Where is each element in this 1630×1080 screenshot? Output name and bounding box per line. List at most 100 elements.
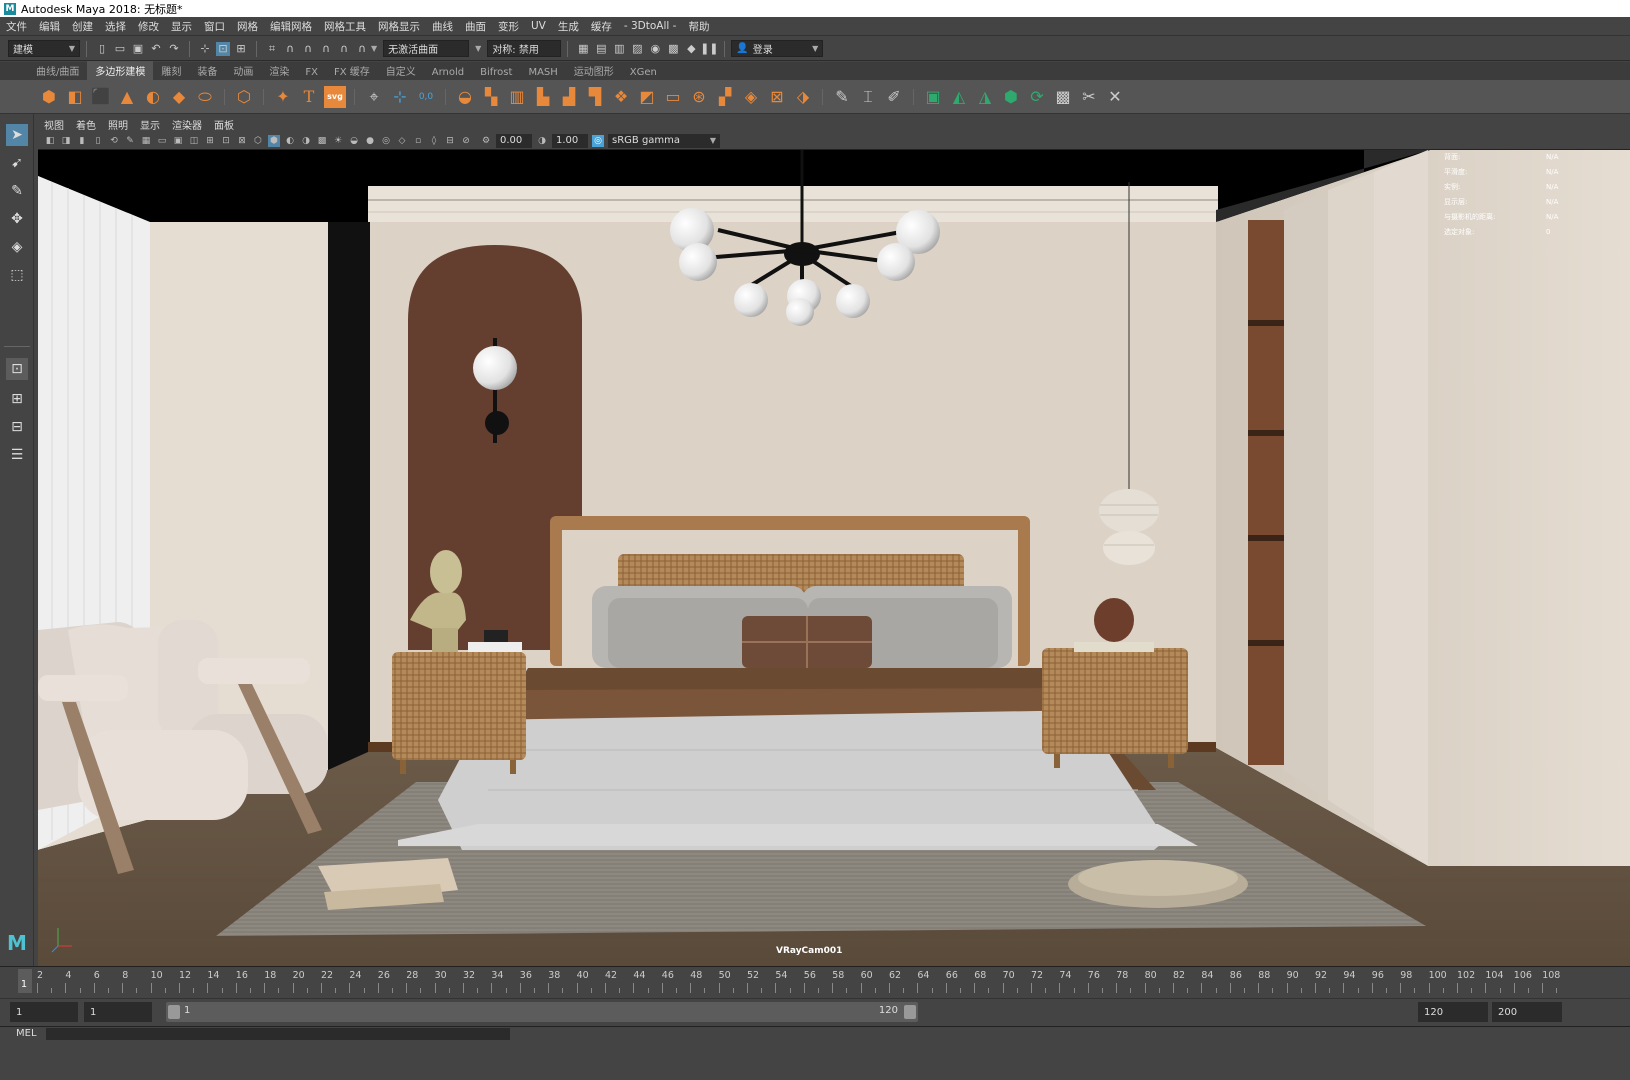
poly-torus-icon[interactable]: ◐ bbox=[142, 86, 164, 108]
shelf-tab[interactable]: 运动图形 bbox=[566, 61, 622, 80]
animation-start-field[interactable]: 1 bbox=[10, 1002, 78, 1022]
time-slider[interactable]: 1 2 4 6 8 10 12 14 16 18 20 22 24 26 28 30 32 34 36 38 40 42… bbox=[0, 966, 1630, 994]
super-shape-icon[interactable]: ✦ bbox=[272, 86, 294, 108]
image-plane-icon[interactable]: ▯ bbox=[92, 135, 104, 147]
menu-item[interactable]: 帮助 bbox=[688, 19, 709, 34]
gamma-field[interactable]: 1.00 bbox=[552, 133, 588, 148]
sew-uv-icon[interactable]: ✕ bbox=[1104, 86, 1126, 108]
smooth-icon[interactable]: ▟ bbox=[558, 86, 580, 108]
cut-uv-icon[interactable]: ✂ bbox=[1078, 86, 1100, 108]
gate-mask-icon[interactable]: ◫ bbox=[188, 135, 200, 147]
mirror-icon[interactable]: ❖ bbox=[610, 86, 632, 108]
playback-start-field[interactable]: 1 bbox=[84, 1002, 152, 1022]
menu-item[interactable]: UV bbox=[531, 20, 546, 32]
command-language-label[interactable]: MEL bbox=[16, 1028, 37, 1039]
menu-item[interactable]: - 3DtoAll - bbox=[624, 20, 677, 32]
render-view-icon[interactable]: ▦ bbox=[576, 42, 590, 56]
snap-live-icon[interactable]: ∩ bbox=[355, 42, 369, 56]
fill-hole-icon[interactable]: ◈ bbox=[740, 86, 762, 108]
snap-surface-icon[interactable]: ∩ bbox=[337, 42, 351, 56]
film-gate-icon[interactable]: ▭ bbox=[156, 135, 168, 147]
reduce-icon[interactable]: ⊛ bbox=[688, 86, 710, 108]
anti-aliasing-icon[interactable]: ◇ bbox=[396, 135, 408, 147]
type-text-icon[interactable]: T bbox=[298, 86, 320, 108]
login-dropdown[interactable]: 👤 登录 ▼ bbox=[731, 40, 824, 57]
scale-tool-icon[interactable]: ⬚ bbox=[6, 264, 28, 286]
select-camera-icon[interactable]: ◧ bbox=[44, 135, 56, 147]
shelf-tab[interactable]: Arnold bbox=[424, 65, 472, 80]
pause-icon[interactable]: ❚❚ bbox=[700, 42, 718, 56]
vray-render-icon[interactable]: ▩ bbox=[666, 42, 680, 56]
select-object-icon[interactable]: ⊡ bbox=[216, 41, 230, 56]
shelf-tab[interactable]: FX 缓存 bbox=[326, 61, 378, 80]
menu-item[interactable]: 曲面 bbox=[465, 19, 486, 34]
spherical-map-icon[interactable]: ⬢ bbox=[1000, 86, 1022, 108]
ipr-render-icon[interactable]: ▥ bbox=[612, 42, 626, 56]
menu-item[interactable]: 文件 bbox=[6, 19, 27, 34]
xray-icon[interactable]: ◊ bbox=[428, 135, 440, 147]
render-frame-icon[interactable]: ▤ bbox=[594, 42, 608, 56]
smooth-shade-icon[interactable]: ⬢ bbox=[268, 134, 280, 147]
menu-item[interactable]: 创建 bbox=[72, 19, 93, 34]
shelf-tab[interactable]: 装备 bbox=[189, 61, 225, 80]
playback-end-field[interactable]: 120 bbox=[1418, 1002, 1488, 1022]
redo-icon[interactable]: ↷ bbox=[167, 42, 181, 56]
shelf-tab[interactable]: Bifrost bbox=[472, 65, 520, 80]
triangulate-icon[interactable]: ◩ bbox=[636, 86, 658, 108]
bookmark-icon[interactable]: ▮ bbox=[76, 135, 88, 147]
view-transform-dropdown[interactable]: sRGB gamma ▼ bbox=[608, 133, 720, 148]
viewport-menu-item[interactable]: 照明 bbox=[108, 117, 128, 132]
shelf-tab[interactable]: 雕刻 bbox=[153, 61, 189, 80]
textured-icon[interactable]: ▩ bbox=[316, 135, 328, 147]
shadows-icon[interactable]: ◒ bbox=[348, 135, 360, 147]
range-start-handle[interactable] bbox=[168, 1005, 180, 1019]
poly-plane-icon[interactable]: ◆ bbox=[168, 86, 190, 108]
quadrangulate-icon[interactable]: ▭ bbox=[662, 86, 684, 108]
uv-editor-icon[interactable]: ▣ bbox=[922, 86, 944, 108]
menu-item[interactable]: 生成 bbox=[558, 19, 579, 34]
menu-item[interactable]: 显示 bbox=[171, 19, 192, 34]
outliner-icon[interactable]: ☰ bbox=[6, 444, 28, 466]
poly-cylinder-icon[interactable]: ⬛ bbox=[90, 86, 112, 108]
animation-end-field[interactable]: 200 bbox=[1492, 1002, 1562, 1022]
snap-curve-icon[interactable]: ∩ bbox=[283, 42, 297, 56]
render-settings-icon[interactable]: ▨ bbox=[630, 42, 644, 56]
paint-select-icon[interactable]: ✎ bbox=[6, 180, 28, 202]
field-chart-icon[interactable]: ⊞ bbox=[204, 135, 216, 147]
wireframe-on-shaded-icon[interactable]: ◐ bbox=[284, 135, 296, 147]
camera-attributes-icon[interactable]: ◨ bbox=[60, 135, 72, 147]
safe-action-icon[interactable]: ⊡ bbox=[220, 135, 232, 147]
shelf-tab[interactable]: 曲线/曲面 bbox=[28, 61, 87, 80]
shelf-tab[interactable]: 渲染 bbox=[261, 61, 297, 80]
shelf-tab[interactable]: XGen bbox=[622, 65, 665, 80]
wireframe-icon[interactable]: ⬡ bbox=[252, 135, 264, 147]
menu-item[interactable]: 编辑 bbox=[39, 19, 60, 34]
shelf-tab[interactable]: FX bbox=[297, 65, 326, 80]
hypershade-icon[interactable]: ◉ bbox=[648, 42, 662, 56]
svg-icon[interactable]: svg bbox=[324, 85, 346, 108]
separate-icon[interactable]: ▚ bbox=[480, 86, 502, 108]
shelf-tab[interactable]: MASH bbox=[520, 65, 565, 80]
range-end-handle[interactable] bbox=[904, 1005, 916, 1019]
move-tool-icon[interactable]: ✥ bbox=[6, 208, 28, 230]
edge-loop-icon[interactable]: ⌶ bbox=[857, 86, 879, 108]
auto-map-icon[interactable]: ⟳ bbox=[1026, 86, 1048, 108]
exposure-field[interactable]: 0.00 bbox=[496, 133, 532, 148]
live-surface-field[interactable]: 无激活曲面 bbox=[383, 40, 470, 57]
new-scene-icon[interactable]: ▯ bbox=[95, 42, 109, 56]
lasso-tool-icon[interactable]: ➹ bbox=[6, 152, 28, 174]
snap-grid-icon[interactable]: ⌗ bbox=[265, 42, 279, 56]
menu-item[interactable]: 网格工具 bbox=[324, 19, 366, 34]
poly-sphere-icon[interactable]: ⬢ bbox=[38, 86, 60, 108]
measure-icon[interactable]: ⌖ bbox=[363, 86, 385, 108]
ambient-occlusion-icon[interactable]: ● bbox=[364, 135, 376, 147]
persp-outliner-layout-icon[interactable]: ⊟ bbox=[6, 416, 28, 438]
single-perspective-layout-icon[interactable]: ⊡ bbox=[6, 358, 28, 380]
multi-cut-icon[interactable]: ✎ bbox=[831, 86, 853, 108]
booleans-icon[interactable]: ▙ bbox=[532, 86, 554, 108]
menu-item[interactable]: 网格 bbox=[237, 19, 258, 34]
select-hierarchy-icon[interactable]: ⊹ bbox=[198, 42, 212, 56]
isolate-select-icon[interactable]: ▫ bbox=[412, 135, 424, 147]
grid-icon[interactable]: ▦ bbox=[140, 135, 152, 147]
poly-disc-icon[interactable]: ⬭ bbox=[194, 86, 216, 108]
